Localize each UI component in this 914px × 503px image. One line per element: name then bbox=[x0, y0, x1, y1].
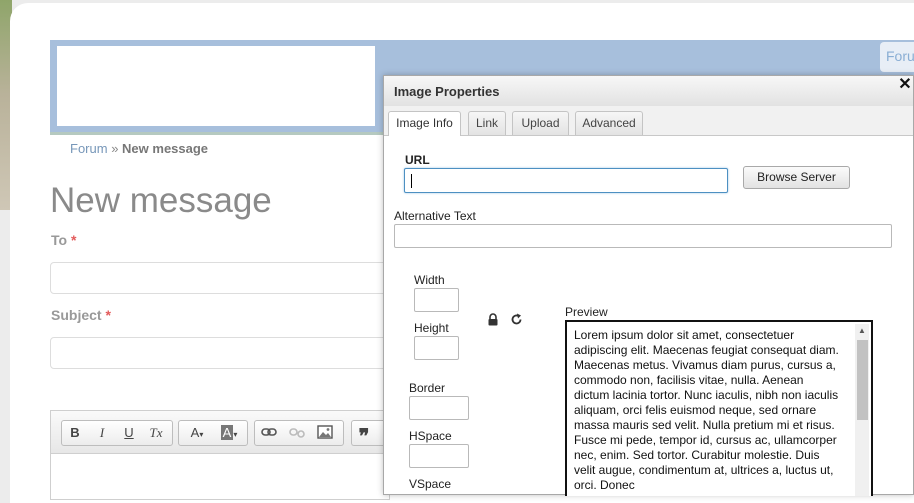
italic-button[interactable]: I bbox=[92, 424, 112, 442]
width-label: Width bbox=[414, 273, 445, 287]
nav-tab-forum[interactable]: Foru bbox=[880, 42, 914, 72]
breadcrumb: Forum » New message bbox=[70, 141, 208, 156]
text-cursor bbox=[411, 174, 412, 188]
tab-advanced[interactable]: Advanced bbox=[575, 111, 643, 135]
underline-button[interactable]: U bbox=[119, 424, 139, 442]
tab-upload[interactable]: Upload bbox=[512, 111, 569, 135]
scroll-thumb[interactable] bbox=[857, 340, 868, 420]
required-mark: * bbox=[105, 307, 111, 323]
breadcrumb-forum-link[interactable]: Forum bbox=[70, 141, 108, 156]
vspace-label: VSpace bbox=[409, 477, 452, 491]
hspace-input[interactable] bbox=[409, 444, 469, 468]
height-label: Height bbox=[414, 321, 449, 335]
image-icon[interactable] bbox=[315, 424, 335, 442]
message-editor[interactable]: B I U Tx A▾ A ▾ ❞ bbox=[50, 410, 392, 500]
reset-size-icon[interactable] bbox=[509, 313, 523, 327]
subject-input[interactable] bbox=[50, 337, 390, 369]
unlink-icon[interactable] bbox=[287, 424, 307, 442]
url-label: URL bbox=[405, 153, 430, 167]
url-input[interactable] bbox=[404, 168, 728, 193]
to-label: To * bbox=[51, 232, 77, 248]
insert-group bbox=[254, 420, 344, 446]
tab-image-info[interactable]: Image Info bbox=[388, 111, 461, 136]
border-label: Border bbox=[409, 381, 446, 395]
format-group: B I U Tx bbox=[61, 420, 173, 446]
quote-icon[interactable]: ❞ bbox=[354, 424, 374, 448]
hspace-label: HSpace bbox=[409, 429, 452, 443]
logo-area bbox=[57, 46, 375, 126]
alt-text-input[interactable] bbox=[394, 224, 892, 248]
required-mark: * bbox=[70, 232, 77, 248]
dialog-titlebar[interactable]: Image Properties ✕ bbox=[384, 76, 913, 107]
text-color-button[interactable]: A▾ bbox=[183, 424, 211, 442]
to-input[interactable] bbox=[50, 262, 390, 294]
background-color-button[interactable]: A ▾ bbox=[215, 424, 243, 442]
preview-scrollbar[interactable]: ▲ bbox=[855, 324, 869, 496]
preview-text: Lorem ipsum dolor sit amet, consectetuer… bbox=[574, 328, 839, 492]
lock-ratio-icon[interactable] bbox=[486, 313, 500, 327]
color-group: A▾ A ▾ bbox=[178, 420, 248, 446]
editor-toolbar: B I U Tx A▾ A ▾ ❞ bbox=[51, 411, 392, 454]
tab-link[interactable]: Link bbox=[468, 111, 506, 135]
breadcrumb-current: New message bbox=[122, 141, 209, 156]
remove-format-button[interactable]: Tx bbox=[146, 424, 166, 442]
subject-label: Subject * bbox=[51, 307, 111, 323]
breadcrumb-separator: » bbox=[111, 141, 119, 156]
alt-text-label: Alternative Text bbox=[394, 209, 476, 223]
image-properties-dialog: Image Properties ✕ Image Info Link Uploa… bbox=[383, 75, 914, 496]
dialog-title: Image Properties bbox=[394, 84, 500, 99]
link-icon[interactable] bbox=[259, 424, 279, 442]
page-title: New message bbox=[50, 181, 272, 220]
bold-button[interactable]: B bbox=[65, 424, 85, 442]
width-input[interactable] bbox=[414, 288, 459, 312]
browse-server-button[interactable]: Browse Server bbox=[743, 166, 850, 189]
dialog-tabs: Image Info Link Upload Advanced bbox=[384, 106, 913, 136]
height-input[interactable] bbox=[414, 336, 459, 360]
scroll-up-arrow-icon[interactable]: ▲ bbox=[855, 324, 869, 338]
preview-box: Lorem ipsum dolor sit amet, consectetuer… bbox=[565, 320, 873, 496]
close-icon[interactable]: ✕ bbox=[897, 76, 913, 94]
preview-label: Preview bbox=[565, 305, 608, 319]
border-input[interactable] bbox=[409, 396, 469, 420]
